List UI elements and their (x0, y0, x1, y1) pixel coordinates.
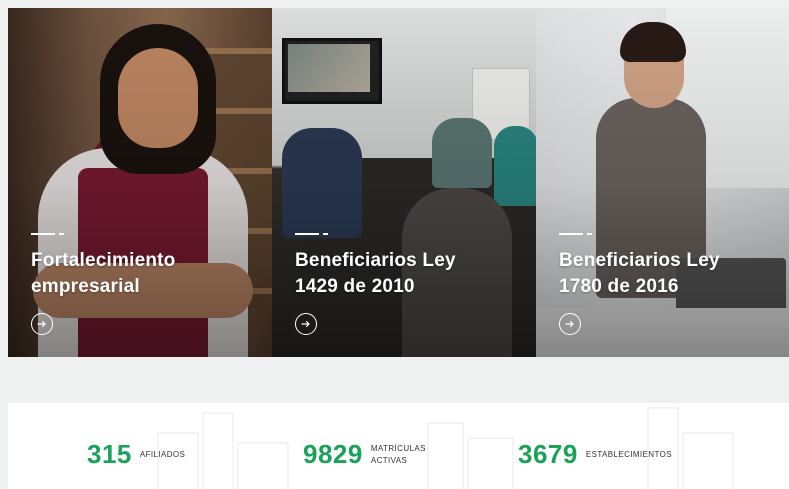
arrow-right-icon (37, 320, 46, 328)
arrow-right-icon (565, 320, 574, 328)
stat-label: ESTABLECIMIENTOS (585, 449, 672, 459)
stat-number: 3679 (518, 439, 578, 469)
stat-label: MATRÍCULAS ACTIVAS (370, 443, 426, 465)
card-arrow-button[interactable] (295, 313, 317, 335)
card-title[interactable]: Beneficiarios Ley 1429 de 2010 (295, 248, 456, 300)
card-title[interactable]: Fortalecimiento empresarial (31, 248, 175, 300)
card-ley-1429[interactable]: Beneficiarios Ley 1429 de 2010 (272, 8, 536, 357)
stat-afiliados: 315 AFILIADOS (87, 439, 185, 470)
stat-label: AFILIADOS (139, 449, 186, 459)
card-title[interactable]: Beneficiarios Ley 1780 de 2016 (559, 248, 720, 300)
stat-number: 315 (87, 439, 132, 469)
card-fortalecimiento[interactable]: Fortalecimiento empresarial (8, 8, 272, 357)
card-arrow-button[interactable] (31, 313, 53, 335)
stat-matriculas: 9829 MATRÍCULAS ACTIVAS (303, 439, 426, 470)
stat-establecimientos: 3679 ESTABLECIMIENTOS (518, 439, 672, 470)
arrow-right-icon (301, 320, 310, 328)
card-arrow-button[interactable] (559, 313, 581, 335)
stat-number: 9829 (303, 439, 363, 469)
card-dash-decoration (31, 232, 175, 236)
card-ley-1780[interactable]: Beneficiarios Ley 1780 de 2016 (536, 8, 789, 357)
stats-bar: 315 AFILIADOS 9829 MATRÍCULAS ACTIVAS 36… (8, 403, 789, 489)
feature-cards: Fortalecimiento empresarial Beneficiario… (8, 8, 789, 357)
card-dash-decoration (295, 232, 456, 236)
page: Fortalecimiento empresarial Beneficiario… (0, 0, 789, 489)
card-dash-decoration (559, 232, 720, 236)
